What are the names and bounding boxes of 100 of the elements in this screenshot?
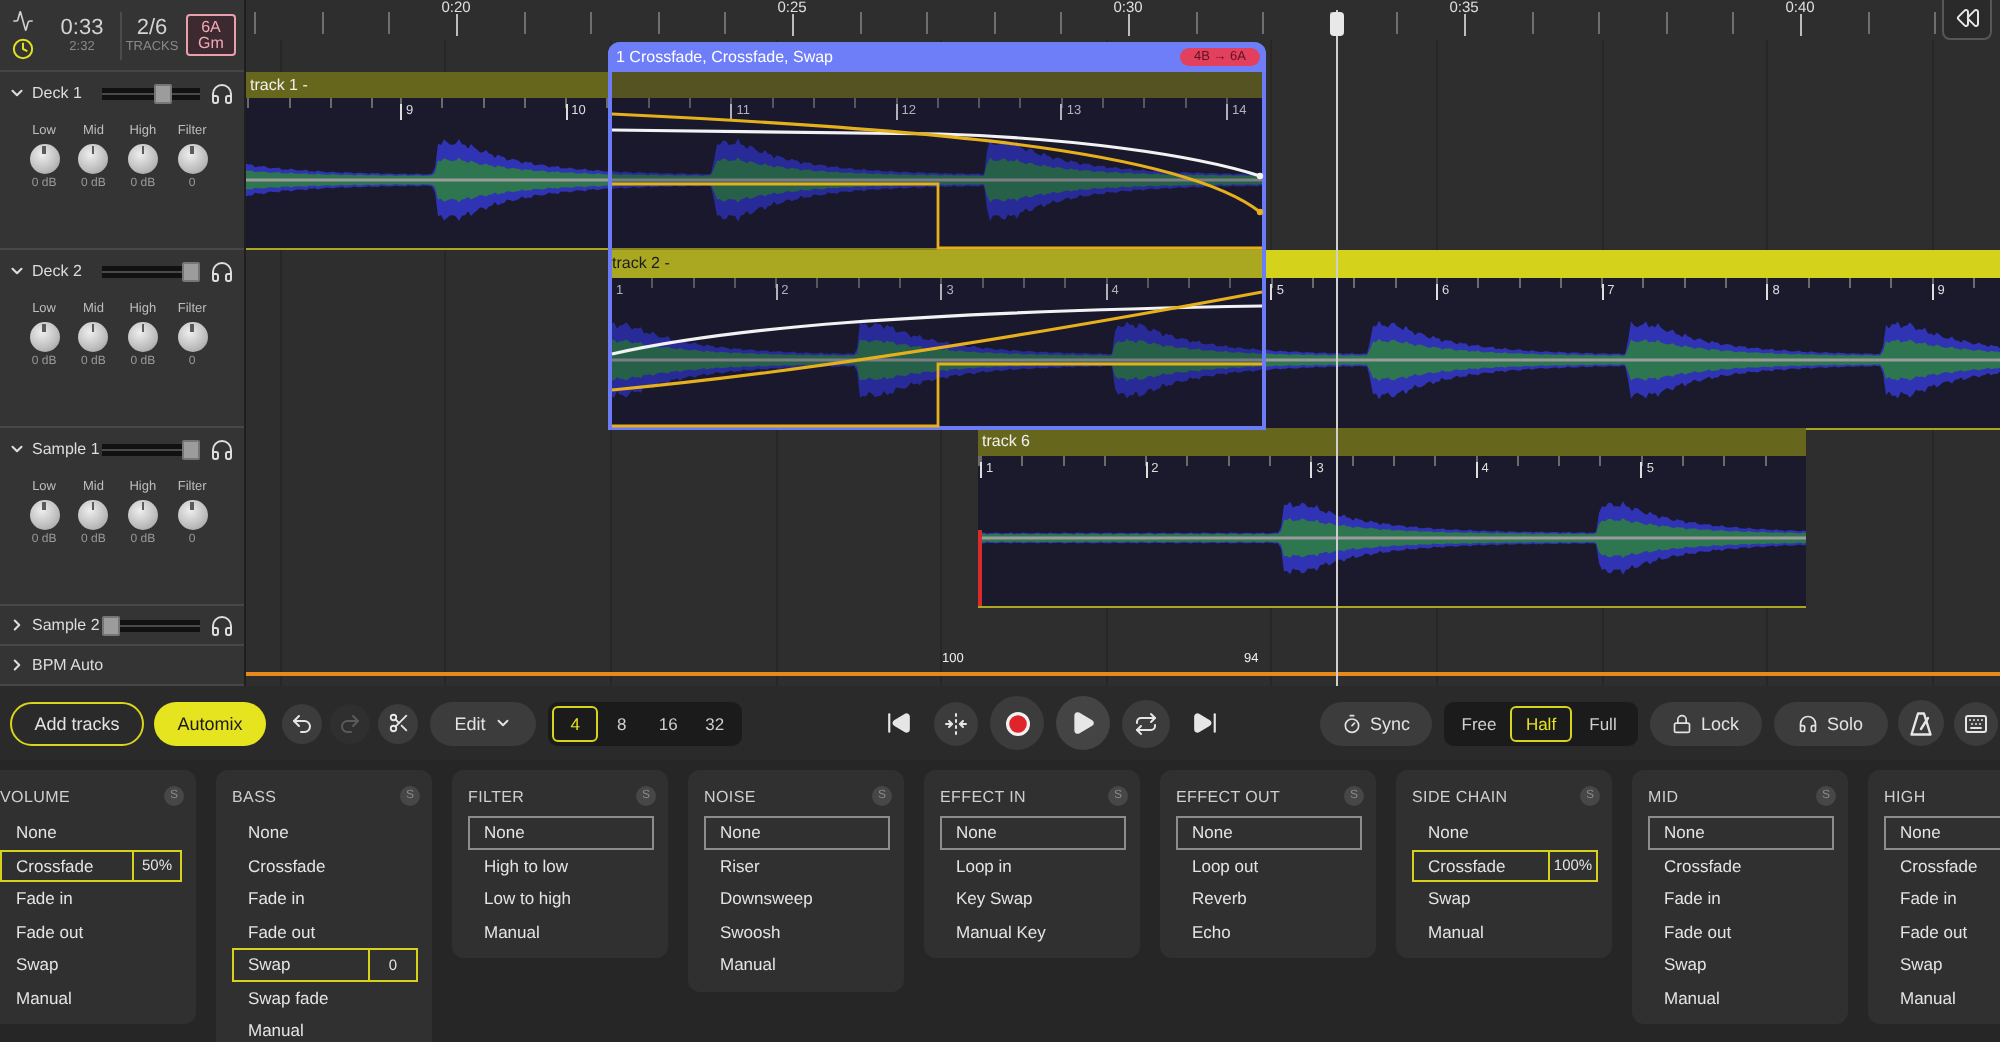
undo-button[interactable] <box>282 703 322 743</box>
option-item[interactable]: None <box>468 816 654 849</box>
option-item[interactable]: Manual Key <box>940 915 1126 948</box>
option-item[interactable]: Manual <box>1884 981 2000 1014</box>
rewind-button[interactable] <box>1942 0 1992 40</box>
fader-thumb[interactable] <box>182 439 200 459</box>
option-item[interactable]: Manual <box>704 948 890 981</box>
cut-button[interactable] <box>378 703 418 743</box>
grid-size-option[interactable]: 4 <box>552 705 599 741</box>
grid-size-option[interactable]: 32 <box>691 705 738 741</box>
headphones-icon[interactable] <box>210 81 234 105</box>
volume-fader[interactable] <box>102 439 200 459</box>
chevron-down-icon[interactable] <box>8 262 26 280</box>
track-title-bar[interactable]: track 1 - <box>246 72 1266 98</box>
eq-knob[interactable] <box>29 500 60 530</box>
option-item[interactable]: Manual <box>0 981 182 1014</box>
option-item[interactable]: None <box>1648 816 1834 849</box>
option-item[interactable]: Echo <box>1176 915 1362 948</box>
option-item[interactable]: Reverb <box>1176 882 1362 915</box>
lock-button[interactable]: Lock <box>1650 701 1762 745</box>
add-tracks-button[interactable]: Add tracks <box>10 701 144 745</box>
option-item[interactable]: None <box>232 816 418 849</box>
option-item[interactable]: Manual <box>232 1014 418 1042</box>
automix-button[interactable]: Automix <box>154 701 266 745</box>
eq-knob[interactable] <box>177 144 208 174</box>
track-title-bar[interactable]: track 6 <box>978 428 1806 456</box>
option-item[interactable]: Fade out <box>0 915 182 948</box>
sync-button[interactable]: Sync <box>1320 701 1432 745</box>
key-button[interactable]: 6A Gm <box>186 14 236 56</box>
option-item[interactable]: Downsweep <box>704 882 890 915</box>
fold-button[interactable] <box>934 701 978 745</box>
fader-thumb[interactable] <box>154 83 172 103</box>
mode-option[interactable]: Free <box>1448 705 1510 741</box>
eq-knob[interactable] <box>127 500 158 530</box>
mode-option[interactable]: Half <box>1510 705 1572 741</box>
chevron-right-icon[interactable] <box>8 616 26 634</box>
grid-size-option[interactable]: 8 <box>598 705 645 741</box>
eq-knob[interactable] <box>177 500 208 530</box>
eq-knob[interactable] <box>78 144 109 174</box>
option-item[interactable]: Swoosh <box>704 915 890 948</box>
option-item[interactable]: Crossfade <box>1648 849 1834 882</box>
option-item[interactable]: None <box>1412 816 1598 849</box>
option-item[interactable]: None <box>1884 816 2000 849</box>
edit-dropdown[interactable]: Edit <box>430 701 536 745</box>
eq-knob[interactable] <box>127 322 158 352</box>
option-item[interactable]: None <box>0 816 182 849</box>
option-item[interactable]: Key Swap <box>940 882 1126 915</box>
chevron-right-icon[interactable] <box>8 656 26 674</box>
option-item[interactable]: Crossfade <box>232 849 418 882</box>
option-item[interactable]: Swap <box>0 948 182 981</box>
option-item[interactable]: Fade in <box>1648 882 1834 915</box>
headphones-icon[interactable] <box>210 613 234 637</box>
option-item[interactable]: Fade in <box>1884 882 2000 915</box>
option-item[interactable]: Fade in <box>0 882 182 915</box>
volume-fader[interactable] <box>102 83 200 103</box>
skip-forward-icon <box>1191 710 1217 736</box>
volume-fader[interactable] <box>102 615 200 635</box>
option-item[interactable]: None <box>704 816 890 849</box>
option-item[interactable]: Fade out <box>1884 915 2000 948</box>
option-item[interactable]: Manual <box>468 915 654 948</box>
option-item[interactable]: Manual <box>1648 981 1834 1014</box>
record-button[interactable] <box>990 696 1044 750</box>
fader-thumb[interactable] <box>102 615 120 635</box>
track-title-bar[interactable]: track 2 - <box>608 250 2000 278</box>
option-item[interactable]: Loop in <box>940 849 1126 882</box>
option-item[interactable]: Low to high <box>468 882 654 915</box>
chevron-down-icon[interactable] <box>8 440 26 458</box>
option-item[interactable]: Fade in <box>232 882 418 915</box>
play-button[interactable] <box>1056 696 1110 750</box>
eq-knob[interactable] <box>177 322 208 352</box>
option-item[interactable]: Swap <box>1648 948 1834 981</box>
option-item[interactable]: Swap fade <box>232 981 418 1014</box>
option-item[interactable]: None <box>940 816 1126 849</box>
eq-knob[interactable] <box>127 144 158 174</box>
fader-thumb[interactable] <box>182 261 200 281</box>
option-item[interactable]: Manual <box>1412 915 1598 948</box>
eq-knob[interactable] <box>29 322 60 352</box>
option-item[interactable]: Crossfade <box>1884 849 2000 882</box>
option-item[interactable]: Fade out <box>232 915 418 948</box>
option-item[interactable]: Swap <box>1884 948 2000 981</box>
headphones-icon[interactable] <box>210 259 234 283</box>
grid-size-option[interactable]: 16 <box>645 705 692 741</box>
keyboard-button[interactable] <box>1954 701 1998 745</box>
option-item[interactable]: Riser <box>704 849 890 882</box>
eq-knob[interactable] <box>78 322 109 352</box>
chevron-down-icon[interactable] <box>8 84 26 102</box>
loop-button[interactable] <box>1122 699 1170 747</box>
eq-knob[interactable] <box>29 144 60 174</box>
playhead[interactable] <box>1328 10 1344 686</box>
option-item[interactable]: None <box>1176 816 1362 849</box>
metronome-button[interactable] <box>1898 700 1944 746</box>
option-item[interactable]: Loop out <box>1176 849 1362 882</box>
solo-button[interactable]: Solo <box>1774 701 1888 745</box>
option-item[interactable]: Fade out <box>1648 915 1834 948</box>
volume-fader[interactable] <box>102 261 200 281</box>
mode-option[interactable]: Full <box>1572 705 1634 741</box>
headphones-icon[interactable] <box>210 437 234 461</box>
option-item[interactable]: High to low <box>468 849 654 882</box>
option-item[interactable]: Swap <box>1412 882 1598 915</box>
eq-knob[interactable] <box>78 500 109 530</box>
